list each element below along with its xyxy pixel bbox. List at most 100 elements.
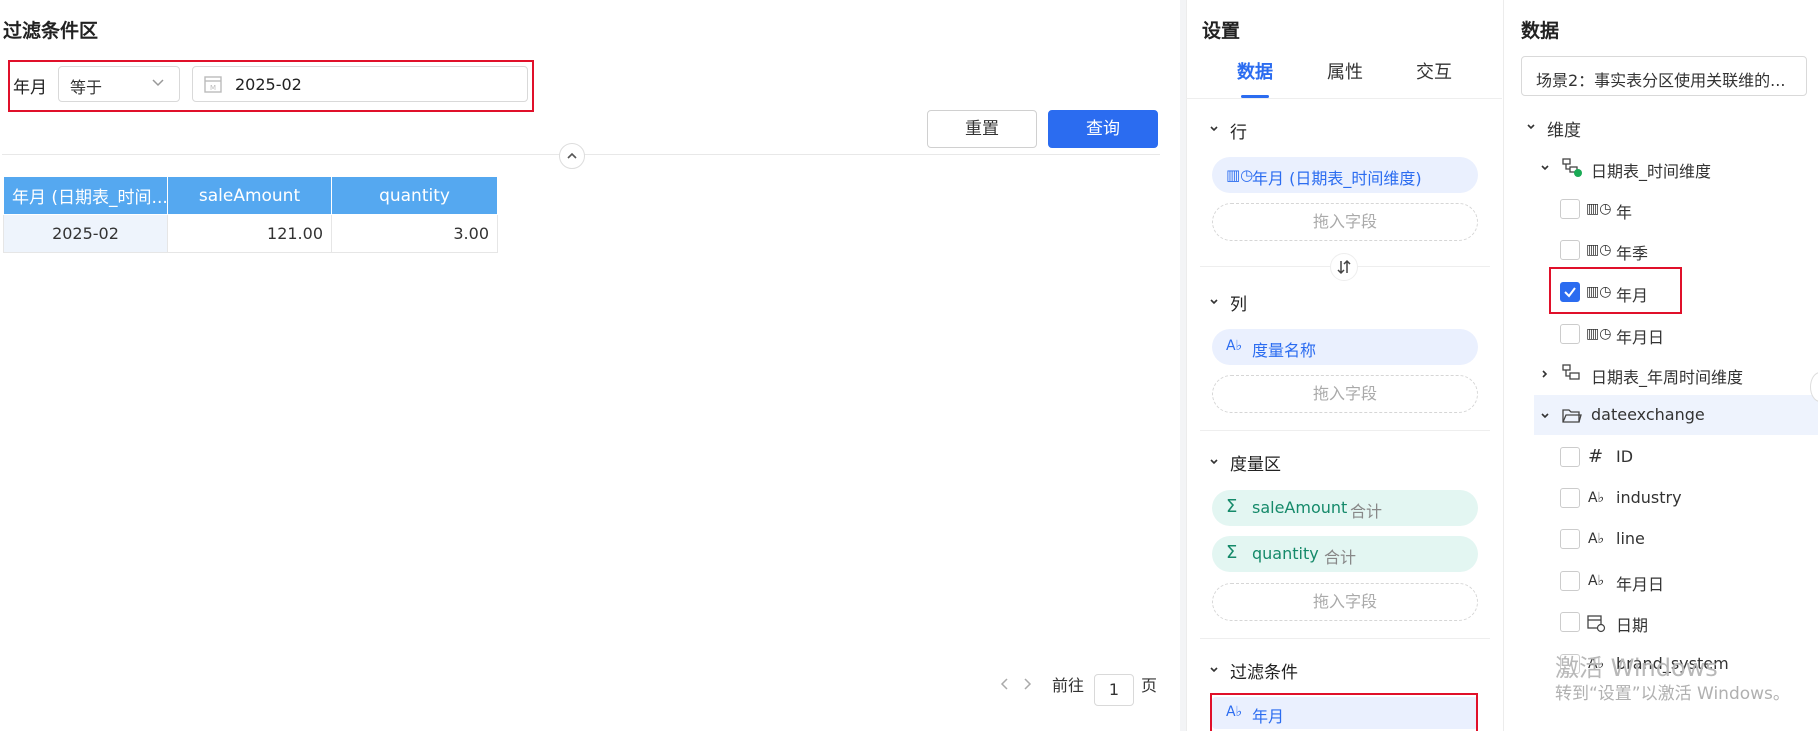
row-field-pill[interactable]: ▥◷ 年月 (日期表_时间维度)	[1212, 157, 1478, 193]
filter-field-label: 年月	[13, 78, 47, 98]
tree-node-label[interactable]: 年月日	[1616, 571, 1664, 595]
number-field-icon: #	[1588, 446, 1604, 467]
activation-watermark-hint: 转到“设置”以激活 Windows。	[1555, 684, 1790, 704]
field-checkbox[interactable]	[1560, 324, 1580, 344]
activation-watermark-title: 激活 Windows	[1555, 654, 1718, 682]
table-row: 2025-02 121.00 3.00	[3, 214, 498, 253]
sigma-icon: Σ	[1226, 496, 1238, 517]
tab-interaction[interactable]: 交互	[1416, 58, 1452, 84]
hierarchy-icon	[1562, 364, 1580, 380]
tree-node-label[interactable]: 年	[1616, 199, 1632, 223]
calendar-icon: M	[204, 76, 222, 93]
table-cell: 3.00	[331, 214, 498, 253]
column-header[interactable]: 年月 (日期表_时间...	[3, 176, 168, 215]
reset-button[interactable]: 重置	[927, 110, 1037, 148]
table-header-row: 年月 (日期表_时间... saleAmount quantity	[3, 176, 498, 215]
settings-panel	[1186, 0, 1502, 731]
tab-data[interactable]: 数据	[1237, 58, 1273, 84]
col-field-pill[interactable]: A♭ 度量名称	[1212, 329, 1478, 365]
chevron-down-icon[interactable]	[1539, 410, 1551, 422]
section-divider	[1200, 638, 1490, 639]
field-checkbox[interactable]	[1560, 240, 1580, 260]
result-table: 年月 (日期表_时间... saleAmount quantity 2025-0…	[3, 176, 498, 253]
tree-node-label[interactable]: 日期表_年周时间维度	[1591, 364, 1743, 388]
operator-select[interactable]: 等于	[58, 66, 180, 102]
filter-pill-highlight-box	[1210, 693, 1478, 731]
cols-section-label: 列	[1230, 295, 1247, 315]
column-header[interactable]: quantity	[331, 176, 498, 215]
data-panel-title: 数据	[1521, 20, 1560, 42]
goto-label: 前往	[1052, 676, 1085, 695]
field-checkbox[interactable]	[1560, 199, 1580, 219]
swap-rows-cols-button[interactable]	[1330, 253, 1358, 281]
next-page-icon[interactable]	[1020, 676, 1034, 692]
svg-text:M: M	[210, 84, 216, 92]
filter-area-title: 过滤条件区	[3, 20, 99, 42]
calendar-field-icon	[1587, 615, 1606, 633]
collapse-filter-button[interactable]	[559, 143, 585, 169]
query-button[interactable]: 查询	[1048, 110, 1158, 148]
chevron-down-icon[interactable]	[1208, 456, 1220, 468]
field-checkbox[interactable]	[1560, 571, 1580, 591]
page-number-input[interactable]: 1	[1094, 674, 1134, 706]
measure-drop-zone[interactable]: 拖入字段	[1212, 583, 1478, 621]
measure-field-pill[interactable]: Σ quantity 合计	[1212, 536, 1478, 572]
chevron-down-icon[interactable]	[1525, 121, 1537, 133]
dimension-group-label: 维度	[1547, 121, 1581, 141]
section-divider	[1200, 430, 1490, 431]
date-field-icon: ▥◷	[1586, 242, 1612, 258]
dataset-selector[interactable]: 场景2：事实表分区使用关联维的...	[1521, 56, 1807, 96]
field-checkbox[interactable]	[1560, 529, 1580, 549]
column-header[interactable]: saleAmount	[167, 176, 332, 215]
tree-node-label[interactable]: 日期表_时间维度	[1591, 158, 1711, 182]
folder-open-icon	[1562, 409, 1582, 423]
chevron-down-icon[interactable]	[1539, 162, 1551, 174]
rows-drop-zone[interactable]: 拖入字段	[1212, 203, 1478, 241]
measure-field-name: quantity	[1252, 544, 1319, 563]
tree-node-label[interactable]: industry	[1616, 488, 1682, 507]
text-field-icon: A♭	[1226, 338, 1243, 354]
date-picker-input[interactable]: M 2025-02	[192, 66, 528, 102]
text-field-icon: A♭	[1588, 531, 1605, 547]
measure-agg-label: 合计	[1350, 502, 1383, 521]
tree-node-label[interactable]: 年月日	[1616, 324, 1664, 348]
cols-drop-zone[interactable]: 拖入字段	[1212, 375, 1478, 413]
row-field-label: 年月 (日期表_时间维度)	[1252, 169, 1422, 188]
canvas-panel: 过滤条件区 年月 等于 M 2025-02 重置 查询 年月 (日期表_时间..…	[0, 0, 1180, 731]
chevron-right-icon[interactable]	[1539, 368, 1551, 380]
table-cell: 2025-02	[3, 214, 168, 253]
tab-properties[interactable]: 属性	[1327, 58, 1363, 84]
measure-field-name: saleAmount	[1252, 498, 1348, 517]
operator-value: 等于	[70, 78, 103, 97]
tree-node-label[interactable]: ID	[1616, 447, 1633, 466]
sigma-icon: Σ	[1226, 542, 1238, 563]
field-checkbox[interactable]	[1560, 612, 1580, 632]
settings-title: 设置	[1202, 20, 1241, 42]
page-suffix-label: 页	[1141, 676, 1158, 695]
chevron-down-icon[interactable]	[1208, 123, 1220, 135]
measure-field-pill[interactable]: Σ saleAmount 合计	[1212, 490, 1478, 526]
tree-node-label[interactable]: 年季	[1616, 240, 1648, 264]
field-checkbox[interactable]	[1560, 447, 1580, 467]
date-field-icon: ▥◷	[1226, 166, 1254, 184]
field-checkbox[interactable]	[1560, 488, 1580, 508]
app-root: 过滤条件区 年月 等于 M 2025-02 重置 查询 年月 (日期表_时间..…	[0, 0, 1818, 731]
measure-section-label: 度量区	[1230, 455, 1281, 475]
chevron-down-icon[interactable]	[1208, 296, 1220, 308]
measure-agg-label: 合计	[1324, 548, 1357, 567]
table-cell: 121.00	[167, 214, 332, 253]
prev-page-icon[interactable]	[998, 676, 1012, 692]
rows-section-label: 行	[1230, 123, 1247, 143]
chevron-down-icon[interactable]	[1208, 664, 1220, 676]
text-field-icon: A♭	[1588, 490, 1605, 506]
hierarchy-icon	[1562, 158, 1582, 177]
tree-node-label[interactable]: 日期	[1616, 612, 1648, 636]
tree-node-label[interactable]: line	[1616, 529, 1645, 548]
tree-node-label[interactable]: dateexchange	[1591, 405, 1705, 424]
checked-field-highlight-box	[1549, 267, 1682, 314]
tab-divider	[1186, 98, 1502, 99]
chevron-down-icon	[152, 79, 164, 87]
filter-section-label: 过滤条件	[1230, 663, 1298, 683]
date-value: 2025-02	[235, 75, 302, 94]
swap-icon	[1337, 259, 1351, 275]
